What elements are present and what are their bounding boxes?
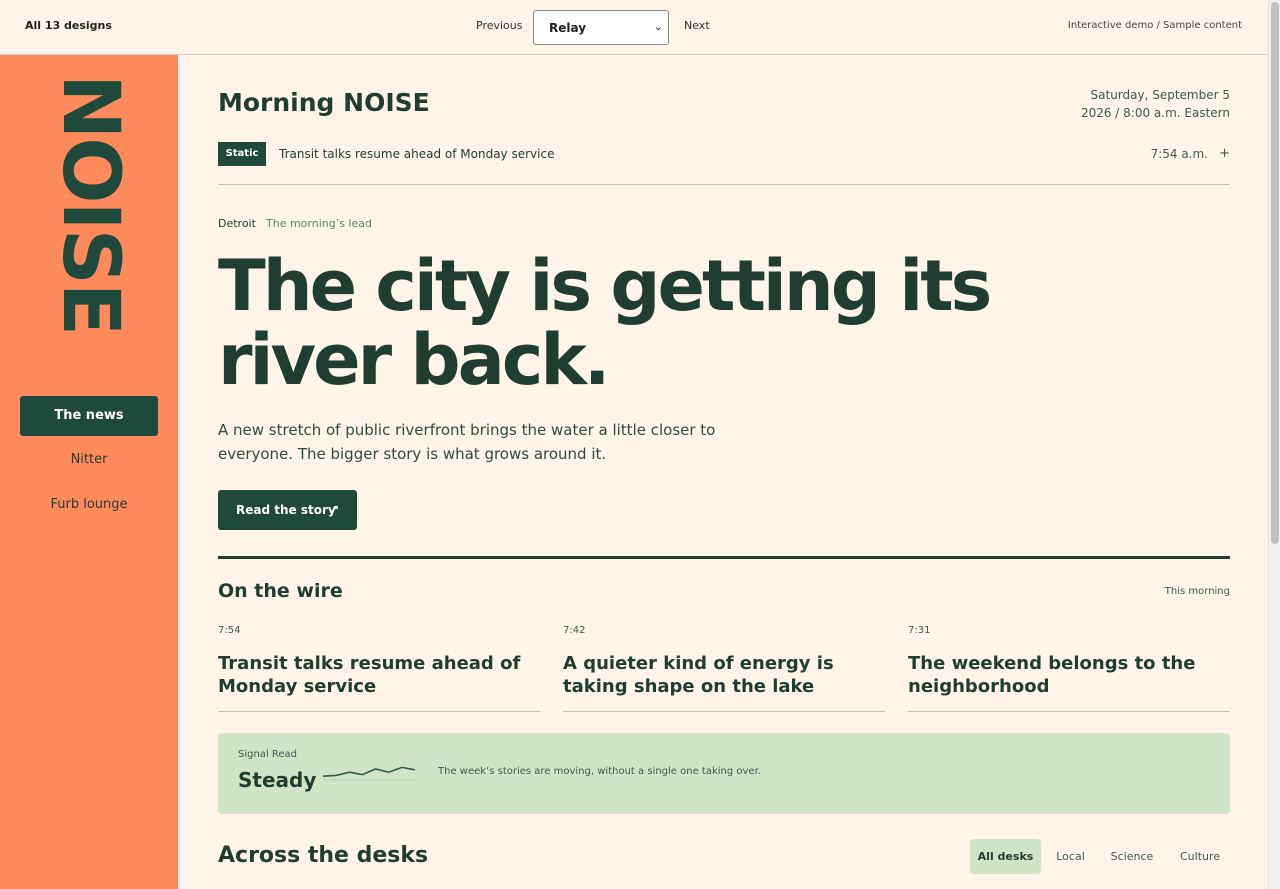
- filter-local[interactable]: Local: [1047, 839, 1094, 874]
- sidebar: NOISE The news Nitter Furb lounge: [0, 55, 178, 889]
- arrow-up-right-icon: ↗: [329, 503, 339, 516]
- wire-item[interactable]: 7:42 A quieter kind of energy is taking …: [563, 625, 885, 712]
- sidebar-item-furb-lounge[interactable]: Furb lounge: [20, 485, 158, 525]
- ticker-time: 7:54 a.m.: [1150, 147, 1208, 161]
- all-designs-link[interactable]: All 13 designs: [25, 19, 112, 32]
- wire-item-time: 7:31: [908, 625, 931, 636]
- previous-button[interactable]: Previous: [476, 19, 523, 32]
- lead-headline: The city is getting its river back.: [218, 245, 992, 401]
- sparkline-line: [323, 766, 415, 777]
- brand-wordmark: NOISE: [45, 73, 135, 335]
- lead-dek: A new stretch of public riverfront bring…: [218, 421, 716, 463]
- wire-item-time: 7:54: [218, 625, 241, 636]
- dateline-time: 2026 / 8:00 a.m. Eastern: [1080, 106, 1230, 120]
- lead-kicker: The morning’s lead: [266, 217, 372, 230]
- signal-value: Steady: [238, 768, 317, 792]
- wire-item-time: 7:42: [563, 625, 586, 636]
- signal-label: Signal Read: [238, 749, 298, 760]
- section-divider: [218, 556, 1230, 559]
- page-title: Morning NOISE: [218, 88, 430, 117]
- wire-item-headline: The weekend belongs to the neighborhood: [908, 653, 1196, 697]
- lead-location: Detroit: [218, 217, 256, 230]
- wire-item[interactable]: 7:31 The weekend belongs to the neighbor…: [908, 625, 1230, 712]
- scrollbar-thumb[interactable]: [1271, 2, 1279, 544]
- brand-logo: NOISE: [45, 74, 135, 334]
- read-story-button[interactable]: Read the story ↗: [218, 490, 357, 530]
- ticker-headline[interactable]: Transit talks resume ahead of Monday ser…: [279, 147, 554, 161]
- wire-item-headline: A quieter kind of energy is taking shape…: [563, 653, 834, 697]
- design-select[interactable]: Relay ⌄: [533, 10, 669, 45]
- top-bar: All 13 designs Previous Relay ⌄ Next Int…: [0, 0, 1268, 55]
- filter-science[interactable]: Science: [1102, 839, 1162, 874]
- chevron-down-icon: ⌄: [653, 20, 663, 33]
- wire-item[interactable]: 7:54 Transit talks resume ahead of Monda…: [218, 625, 540, 712]
- demo-meta-text: Interactive demo / Sample content: [1067, 20, 1242, 31]
- signal-description: The week’s stories are moving, without a…: [438, 766, 761, 777]
- next-button[interactable]: Next: [684, 19, 710, 32]
- desks-section-title: Across the desks: [218, 843, 429, 868]
- ticker-expand-icon[interactable]: +: [1219, 146, 1230, 161]
- wire-timeframe: This morning: [1164, 586, 1230, 597]
- ticker-badge: Static: [218, 142, 266, 166]
- signal-read-panel: Signal Read Steady The week’s stories ar…: [218, 733, 1230, 814]
- filter-culture[interactable]: Culture: [1170, 839, 1230, 874]
- sparkline-chart: [323, 766, 415, 781]
- wire-section-title: On the wire: [218, 580, 343, 602]
- wire-item-headline: Transit talks resume ahead of Monday ser…: [218, 653, 521, 697]
- scrollbar[interactable]: [1268, 0, 1280, 889]
- sidebar-item-nitter[interactable]: Nitter: [20, 440, 158, 480]
- read-story-label: Read the story: [236, 503, 336, 517]
- filter-all-desks[interactable]: All desks: [970, 839, 1041, 874]
- divider: [218, 184, 1230, 185]
- sidebar-item-the-news[interactable]: The news: [20, 396, 158, 436]
- design-select-value: Relay: [549, 21, 587, 35]
- dateline: Saturday, September 5 2026 / 8:00 a.m. E…: [1081, 86, 1230, 122]
- dateline-date: Saturday, September 5: [1090, 88, 1230, 102]
